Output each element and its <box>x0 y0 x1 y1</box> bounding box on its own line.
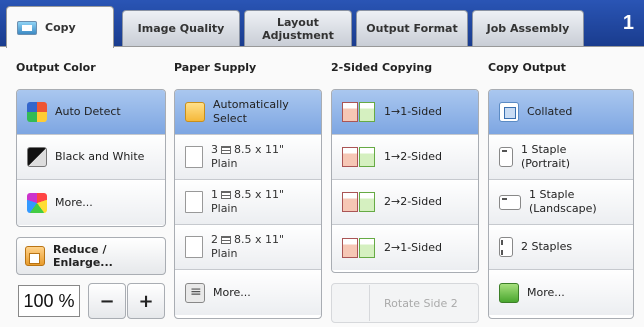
paper-supply-heading: Paper Supply <box>174 61 257 74</box>
option-2-to-2-sided[interactable]: 2→2-Sided <box>332 180 478 225</box>
tray-more-icon <box>185 282 205 303</box>
rotate-side-2-button[interactable]: Rotate Side 2 <box>331 283 479 323</box>
option-tray-2[interactable]: 2 8.5 x 11" Plain <box>175 225 321 270</box>
auto-color-icon <box>27 102 47 122</box>
collate-icon <box>499 102 519 122</box>
black-white-icon <box>27 147 47 167</box>
two-sided-group: 1→1-Sided 1→2-Sided 2→2-Sided 2→1-Sided <box>331 89 479 273</box>
option-tray-1[interactable]: 1 8.5 x 11" Plain <box>175 180 321 225</box>
tab-label: Image Quality <box>137 22 225 35</box>
output-color-heading: Output Color <box>16 61 96 74</box>
paper-tray-icon <box>185 191 203 213</box>
tab-label: Layout Adjustment <box>262 15 334 42</box>
option-black-and-white[interactable]: Black and White <box>17 135 165 180</box>
zoom-value[interactable]: 100 % <box>18 285 80 317</box>
two-staples-icon <box>499 237 513 257</box>
option-2-staples[interactable]: 2 Staples <box>489 225 633 270</box>
copy-panel: Output Color Auto Detect Black and White… <box>0 46 644 327</box>
tab-output-format[interactable]: Output Format <box>356 10 468 46</box>
paper-supply-group: Automatically Select 3 8.5 x 11" Plain 1 8.5… <box>174 89 322 319</box>
copy-icon <box>17 20 37 35</box>
tab-image-quality[interactable]: Image Quality <box>122 10 240 46</box>
copy-output-heading: Copy Output <box>488 61 566 74</box>
staple-portrait-icon <box>499 147 513 167</box>
paper-auto-icon <box>185 102 205 122</box>
tab-label: Output Format <box>366 22 458 35</box>
reduce-enlarge-icon <box>25 246 45 266</box>
tab-label: Job Assembly <box>486 22 570 35</box>
tray-icon <box>221 236 231 244</box>
rotate-checkbox <box>334 285 370 321</box>
two-to-one-sided-icon <box>342 237 376 259</box>
tab-job-assembly[interactable]: Job Assembly <box>472 10 584 46</box>
paper-tray-icon <box>185 236 203 258</box>
staple-landscape-icon <box>499 194 521 210</box>
color-palette-icon <box>27 192 47 213</box>
option-1-staple-portrait[interactable]: 1 Staple (Portrait) <box>489 135 633 180</box>
option-auto-detect[interactable]: Auto Detect <box>17 90 165 135</box>
zoom-decrease-button[interactable]: − <box>88 283 126 319</box>
option-paper-auto[interactable]: Automatically Select <box>175 90 321 135</box>
tray-icon <box>221 146 231 154</box>
tab-bar: Copy Image Quality Layout Adjustment Out… <box>0 0 644 48</box>
option-collated[interactable]: Collated <box>489 90 633 135</box>
option-1-to-1-sided[interactable]: 1→1-Sided <box>332 90 478 135</box>
option-output-more[interactable]: More... <box>489 270 633 315</box>
zoom-increase-button[interactable]: + <box>127 283 165 319</box>
reduce-enlarge-button[interactable]: Reduce / Enlarge... <box>16 237 166 275</box>
two-sided-heading: 2-Sided Copying <box>331 61 433 74</box>
tab-layout-adjustment[interactable]: Layout Adjustment <box>244 10 352 46</box>
page-indicator: 1 <box>622 12 634 34</box>
option-2-to-1-sided[interactable]: 2→1-Sided <box>332 225 478 270</box>
one-to-two-sided-icon <box>342 146 376 168</box>
tab-label: Copy <box>45 21 76 34</box>
two-to-two-sided-icon <box>342 191 376 213</box>
option-paper-more[interactable]: More... <box>175 270 321 315</box>
output-color-group: Auto Detect Black and White More... <box>16 89 166 227</box>
tab-copy[interactable]: Copy <box>6 6 114 48</box>
option-1-to-2-sided[interactable]: 1→2-Sided <box>332 135 478 180</box>
option-color-more[interactable]: More... <box>17 180 165 225</box>
option-1-staple-landscape[interactable]: 1 Staple (Landscape) <box>489 180 633 225</box>
copy-output-group: Collated 1 Staple (Portrait) 1 Staple (Lan… <box>488 89 634 319</box>
paper-tray-icon <box>185 146 203 168</box>
output-more-icon <box>499 282 519 303</box>
bypass-tray-icon <box>221 191 231 199</box>
one-to-one-sided-icon <box>342 101 376 123</box>
option-tray-3[interactable]: 3 8.5 x 11" Plain <box>175 135 321 180</box>
